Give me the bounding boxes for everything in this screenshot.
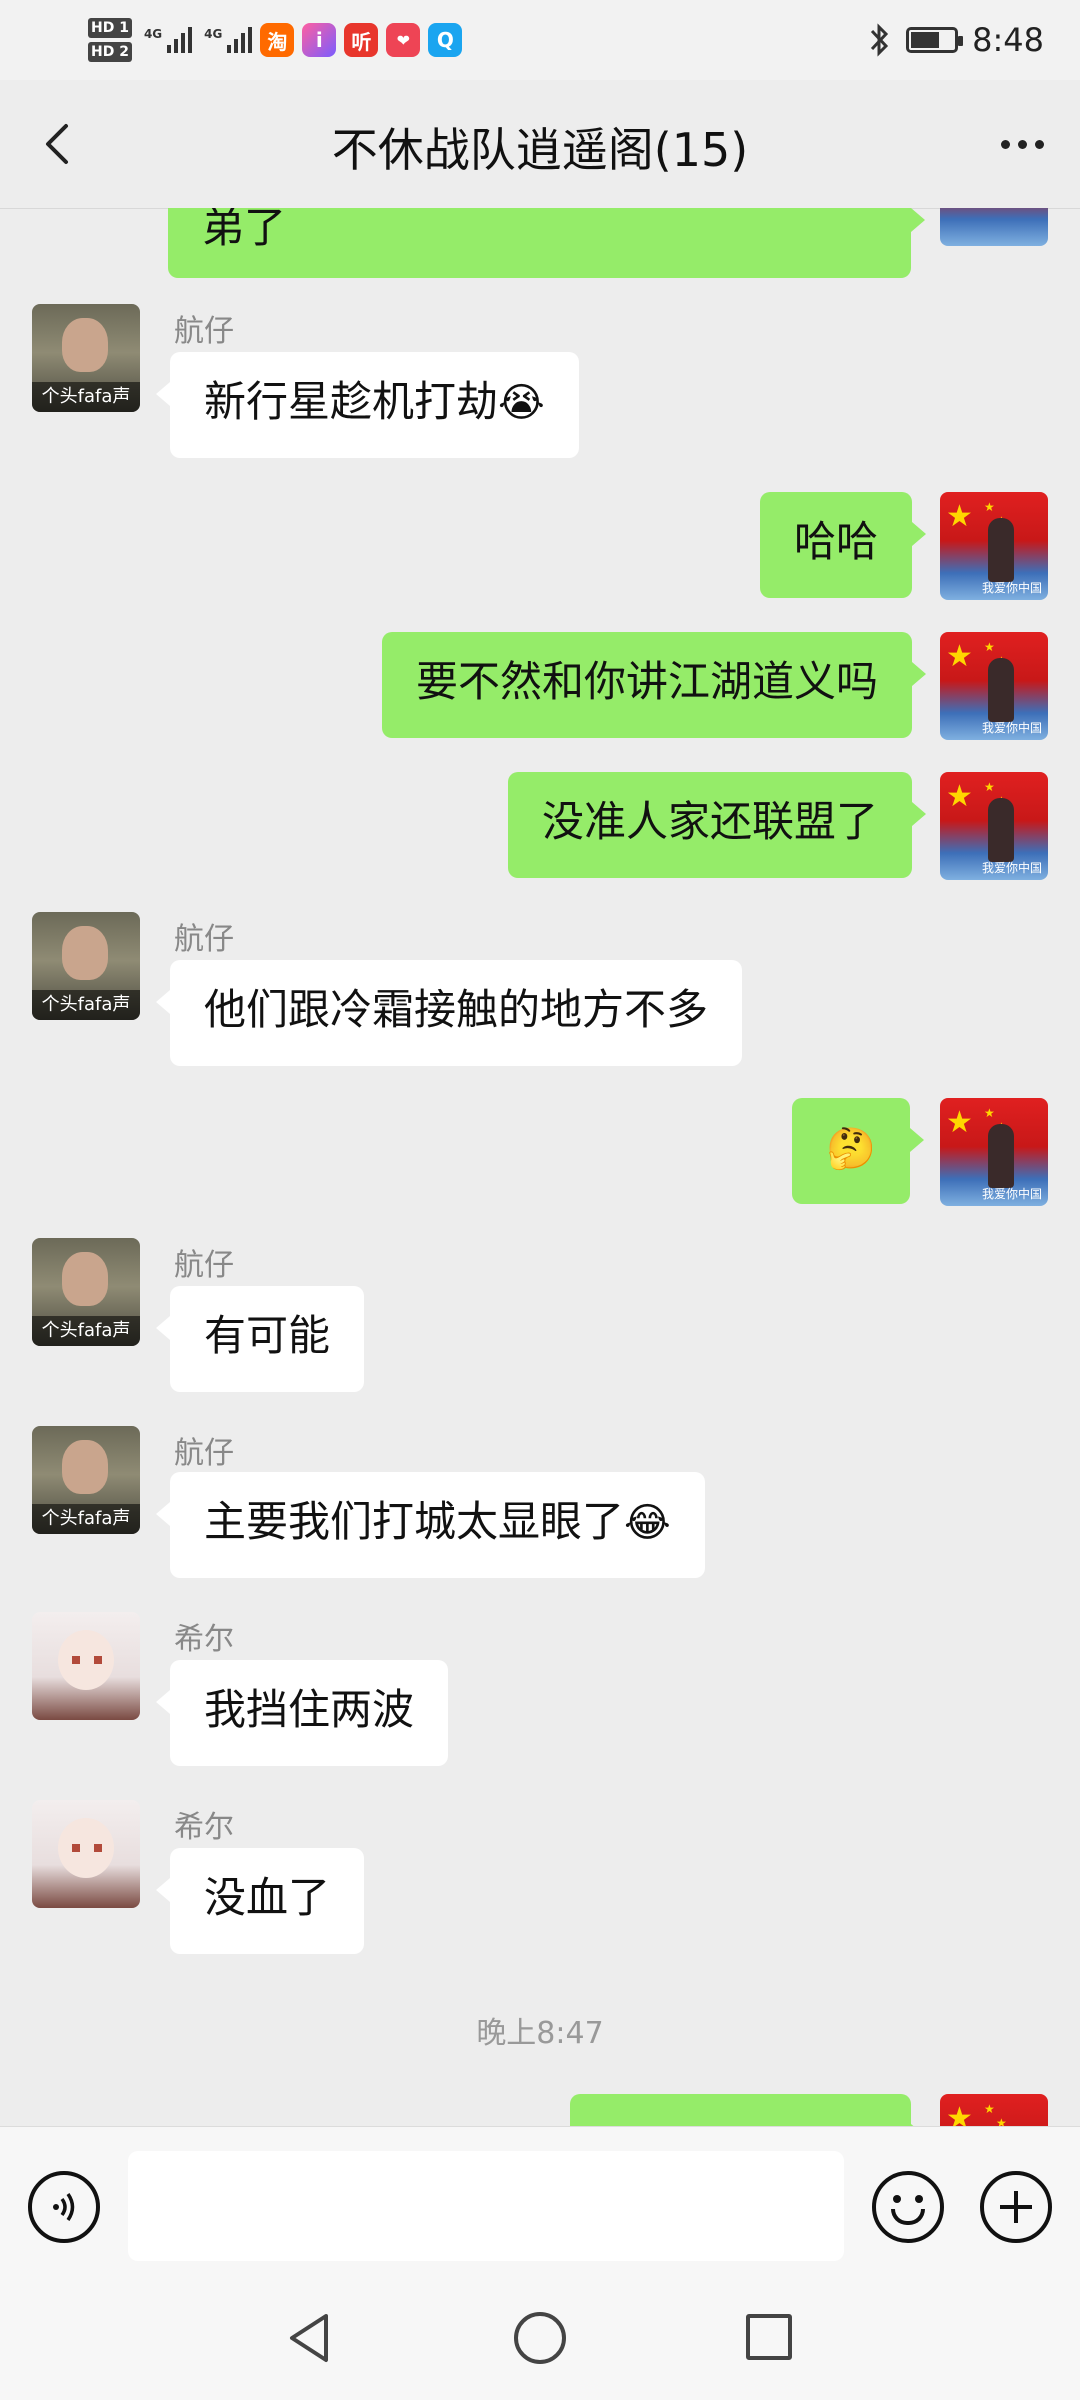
input-bar: [0, 2126, 1080, 2287]
sim2-indicator: HD 2: [88, 42, 132, 62]
message-text: 他们跟冷霜接触的地方不多: [204, 985, 709, 1034]
more-actions-plus-icon[interactable]: [980, 2171, 1052, 2243]
browser-icon: Q: [428, 23, 463, 57]
avatar-caption: 我爱你中国: [981, 721, 1042, 735]
sender-name: 希尔: [174, 1622, 234, 1657]
message-text: 哈哈: [793, 517, 878, 566]
status-left: HD 1 HD 2 4G 4G 淘 i 听 ❤ Q: [88, 10, 463, 70]
more-options-icon[interactable]: [992, 116, 1052, 172]
my-avatar[interactable]: ★: [940, 208, 1048, 246]
sender-avatar[interactable]: 个头fafa声: [32, 304, 140, 412]
network1-label: 4G: [143, 27, 163, 41]
message-bubble[interactable]: 🤔: [792, 1098, 924, 1204]
chat-title: 不休战队逍遥阁(15): [331, 123, 749, 177]
message-bubble[interactable]: 要不然和你讲江湖道义吗: [381, 632, 927, 738]
message-text: 我挡住两波: [204, 1685, 415, 1734]
nav-recents-icon[interactable]: [746, 2314, 792, 2360]
sender-name: 希尔: [174, 1810, 234, 1845]
my-avatar[interactable]: ★★★我爱你中国: [940, 1098, 1048, 1206]
status-right: 8:48: [868, 16, 1044, 64]
sender-name: 航仔: [174, 922, 234, 957]
message-text: 弟了: [202, 208, 287, 252]
avatar-caption: 个头fafa声: [32, 1504, 140, 1534]
voice-input-icon[interactable]: [28, 2171, 100, 2243]
sim-indicators: HD 1 HD 2: [88, 18, 132, 62]
sim1-indicator: HD 1: [88, 18, 132, 38]
avatar-caption: 我爱你中国: [981, 861, 1042, 875]
avatar-caption: 我爱你中国: [981, 1187, 1042, 1201]
message-bubble[interactable]: 弟了: [168, 208, 925, 278]
signal1-icon: 4G: [143, 27, 193, 53]
message-timestamp: 晚上8:47: [476, 2016, 604, 2051]
message-text: 有可能: [204, 1311, 331, 1360]
message-bubble[interactable]: 我挡住两波: [155, 1660, 449, 1766]
sender-avatar[interactable]: [32, 1800, 140, 1908]
message-text: 没血了: [204, 1873, 331, 1922]
battery-icon: [906, 27, 964, 53]
message-list[interactable]: 弟了 ★ 个头fafa声 航仔 新行星趁机打劫😭 哈哈 ★★★我爱你中国 要不然…: [0, 208, 1080, 2126]
my-avatar[interactable]: ★★★我爱你中国: [940, 492, 1048, 600]
message-bubble[interactable]: 新行星趁机打劫😭: [156, 352, 579, 458]
avatar-caption: 我爱你中国: [981, 581, 1042, 595]
message-bubble[interactable]: 没血了: [155, 1848, 365, 1954]
message-text: 新行星趁机打劫: [204, 377, 499, 426]
sender-name: 航仔: [174, 1436, 234, 1471]
avatar-caption: 个头fafa声: [32, 382, 140, 412]
message-text: 没准人家还联盟了: [541, 797, 878, 846]
my-avatar[interactable]: ★ ★ ★: [940, 2094, 1048, 2126]
message-bubble[interactable]: [570, 2094, 925, 2126]
voice-wave-icon: [53, 2193, 75, 2221]
thinking-emoji-icon: 🤔: [826, 1126, 876, 1172]
message-input[interactable]: [128, 2151, 844, 2261]
ithemes-icon: i: [302, 23, 337, 57]
chat-header: 不休战队逍遥阁(15): [0, 80, 1080, 209]
message-text: 主要我们打城太显眼了: [204, 1497, 625, 1546]
message-bubble[interactable]: 主要我们打城太显眼了😂: [156, 1472, 705, 1578]
signal2-icon: 4G: [204, 27, 253, 53]
my-avatar[interactable]: ★★★我爱你中国: [940, 772, 1048, 880]
sender-avatar[interactable]: 个头fafa声: [32, 912, 140, 1020]
vmall-icon: ❤: [386, 23, 421, 57]
my-avatar[interactable]: ★★★我爱你中国: [940, 632, 1048, 740]
emoji-picker-icon[interactable]: [872, 2171, 944, 2243]
message-text: 要不然和你讲江湖道义吗: [415, 657, 878, 706]
taobao-icon: 淘: [260, 23, 295, 57]
avatar-caption: 个头fafa声: [32, 990, 140, 1020]
sender-avatar[interactable]: [32, 1612, 140, 1720]
network2-label: 4G: [204, 27, 223, 41]
status-bar: HD 1 HD 2 4G 4G 淘 i 听 ❤ Q 8:48: [0, 0, 1080, 80]
avatar-caption: 个头fafa声: [32, 1316, 140, 1346]
nav-back-icon[interactable]: [280, 2308, 340, 2368]
sender-avatar[interactable]: 个头fafa声: [32, 1426, 140, 1534]
message-bubble[interactable]: 有可能: [155, 1286, 365, 1392]
crying-emoji-icon: 😭: [498, 380, 545, 426]
message-bubble[interactable]: 没准人家还联盟了: [507, 772, 927, 878]
message-bubble[interactable]: 哈哈: [759, 492, 927, 598]
status-time: 8:48: [972, 21, 1044, 59]
bluetooth-icon: [871, 23, 889, 57]
sender-avatar[interactable]: 个头fafa声: [32, 1238, 140, 1346]
system-nav-bar: [0, 2286, 1080, 2400]
laughing-emoji-icon: 😂: [624, 1500, 671, 1546]
sender-name: 航仔: [174, 1248, 234, 1283]
ting-icon: 听: [344, 23, 379, 57]
nav-home-icon[interactable]: [514, 2312, 566, 2364]
sender-name: 航仔: [174, 314, 234, 349]
message-bubble[interactable]: 他们跟冷霜接触的地方不多: [155, 960, 743, 1066]
